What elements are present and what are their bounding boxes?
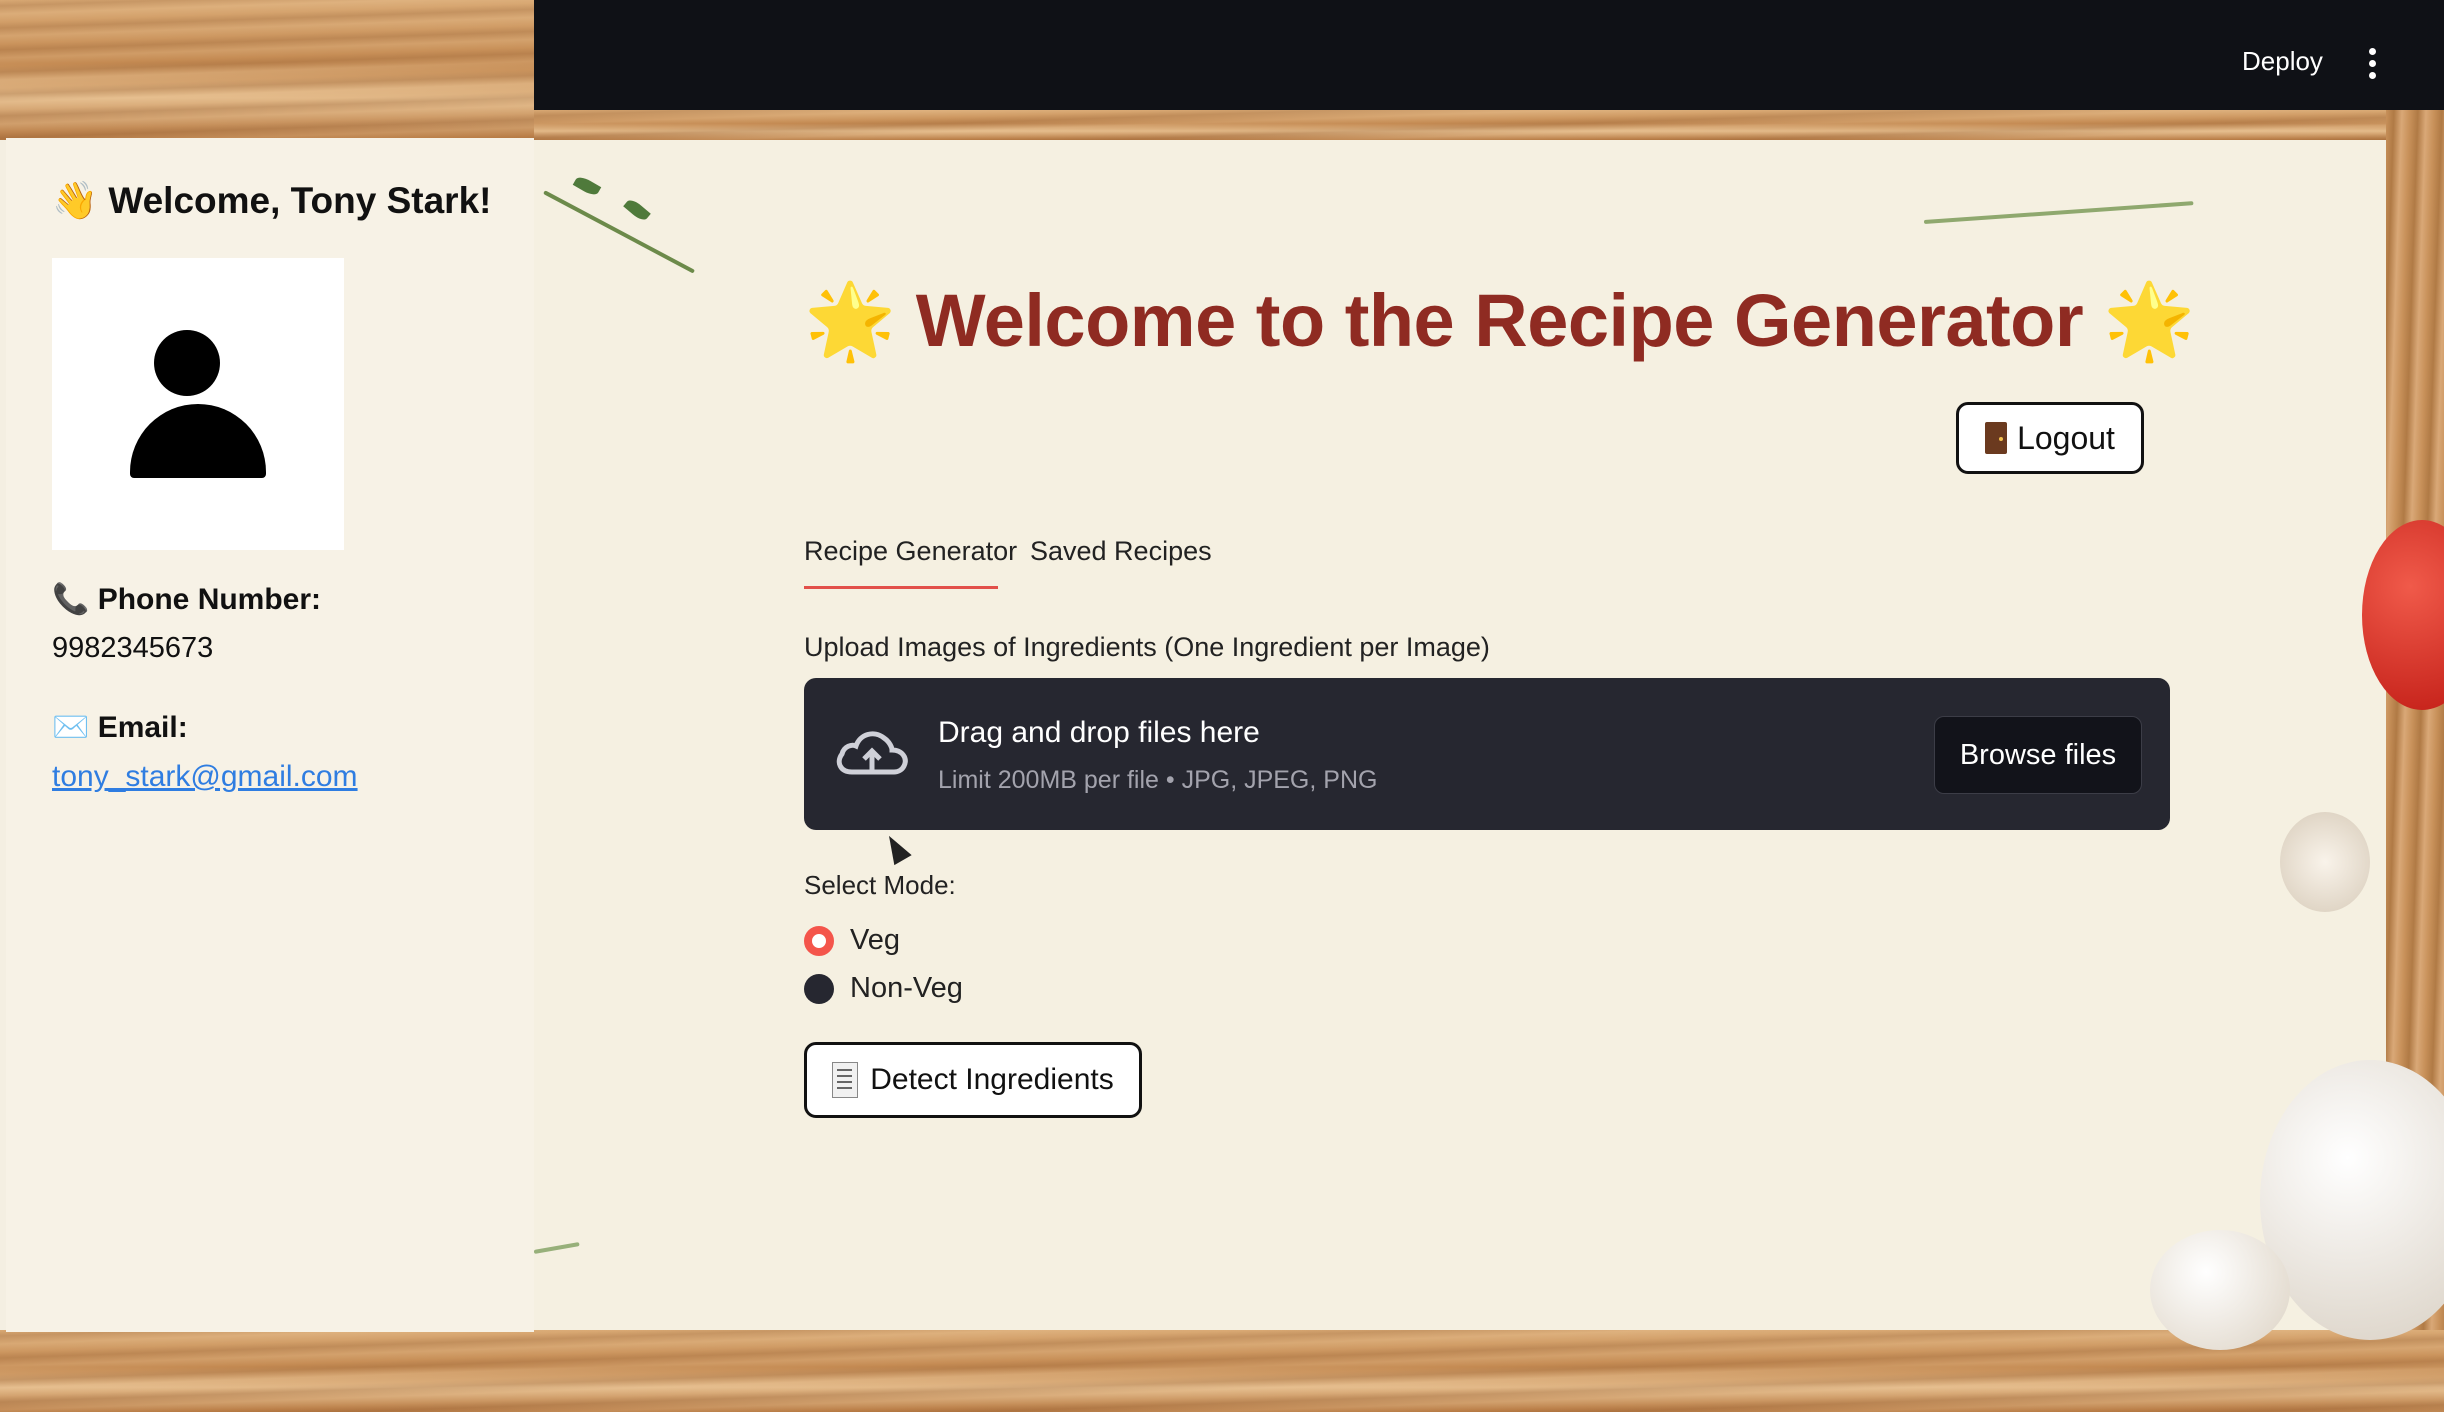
wood-frame-top-left: [0, 0, 534, 140]
radio-veg[interactable]: [804, 926, 834, 956]
star-icon: 🌟: [2103, 279, 2195, 362]
dropzone-title: Drag and drop files here: [938, 716, 1260, 749]
mode-label: Select Mode:: [804, 870, 956, 900]
upload-label: Upload Images of Ingredients (One Ingred…: [804, 632, 1490, 662]
dropzone-subtitle: Limit 200MB per file • JPG, JPEG, PNG: [938, 766, 1378, 794]
email-label: ✉️ Email:: [52, 711, 188, 744]
app-header: Deploy: [534, 0, 2444, 110]
cloud-upload-icon: [836, 731, 908, 775]
radio-non-veg[interactable]: [804, 974, 834, 1004]
file-dropzone[interactable]: Drag and drop files here Limit 200MB per…: [804, 678, 2170, 830]
browse-files-button[interactable]: Browse files: [1934, 716, 2142, 794]
star-icon: 🌟: [804, 279, 896, 362]
wood-frame-bottom: [0, 1330, 2444, 1412]
tab-saved-recipes[interactable]: Saved Recipes: [1030, 536, 1212, 567]
logout-button[interactable]: Logout: [1956, 402, 2144, 474]
avatar: [52, 258, 344, 550]
phone-label: 📞 Phone Number:: [52, 583, 322, 616]
herb-decoration: [543, 190, 696, 274]
main-menu-icon[interactable]: [2368, 48, 2378, 80]
main-content: 🌟 Welcome to the Recipe Generator 🌟 Logo…: [534, 140, 2386, 1330]
receipt-icon: [832, 1062, 859, 1098]
herb-decoration: [1923, 201, 2194, 224]
radio-veg-label[interactable]: Veg: [850, 924, 900, 957]
page-title: 🌟 Welcome to the Recipe Generator 🌟: [804, 279, 2195, 362]
garlic-decoration: [2280, 812, 2370, 912]
tab-recipe-generator[interactable]: Recipe Generator: [804, 536, 1017, 567]
sidebar: 👋 Welcome, Tony Stark! 📞 Phone Number: 9…: [6, 138, 534, 1332]
mouse-cursor-icon: [880, 830, 912, 866]
email-link[interactable]: tony_stark@gmail.com: [52, 760, 358, 794]
active-tab-indicator: [804, 586, 998, 589]
radio-non-veg-label[interactable]: Non-Veg: [850, 972, 963, 1005]
detect-ingredients-button[interactable]: Detect Ingredients: [804, 1042, 1142, 1118]
deploy-button[interactable]: Deploy: [2242, 46, 2323, 77]
onion-decoration: [2150, 1230, 2290, 1350]
user-silhouette-icon: [154, 330, 220, 396]
wood-frame-top: [534, 110, 2386, 140]
phone-value: 9982345673: [52, 632, 214, 664]
sidebar-welcome-heading: 👋 Welcome, Tony Stark!: [52, 180, 492, 221]
door-icon: [1985, 422, 2008, 454]
